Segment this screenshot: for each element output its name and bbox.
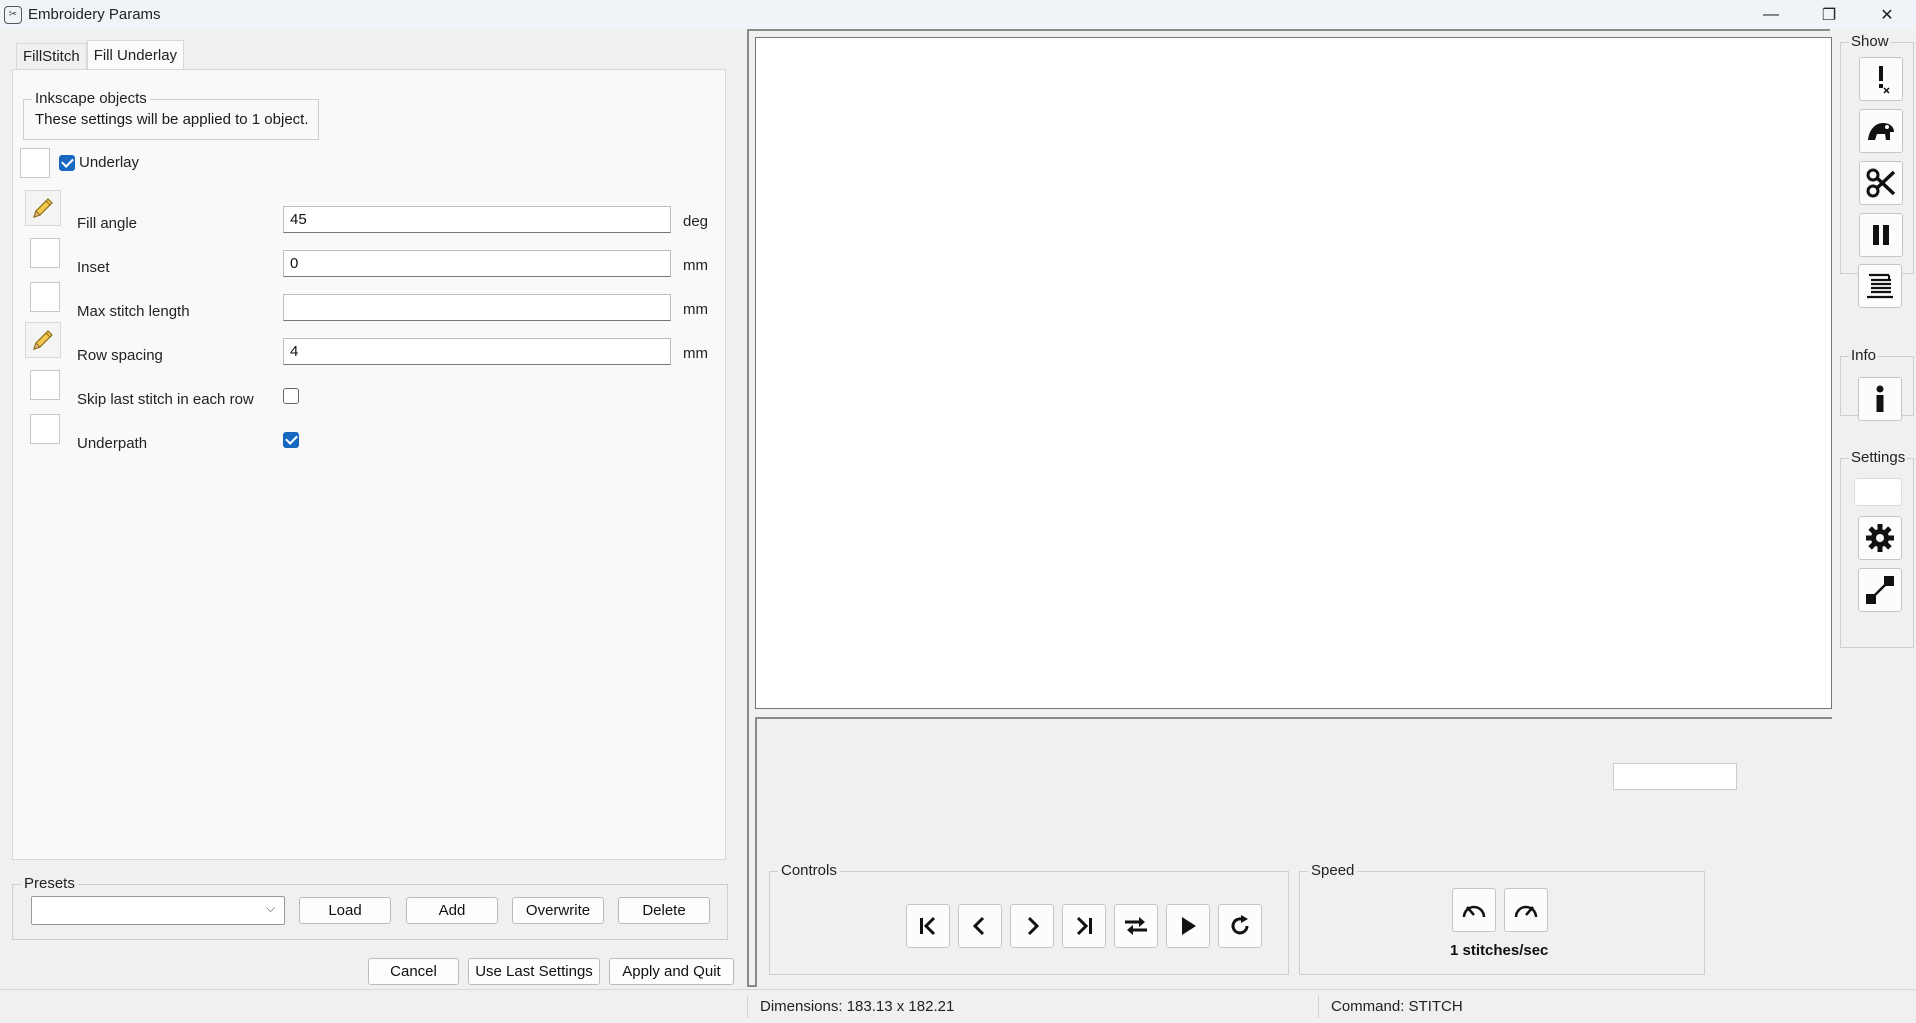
- presets-legend: Presets: [21, 875, 78, 892]
- show-group: Show: [1840, 33, 1914, 274]
- speed-legend: Speed: [1308, 862, 1358, 879]
- apply-and-quit-button[interactable]: Apply and Quit: [609, 958, 734, 985]
- controls-group: Controls: [769, 862, 1289, 975]
- row-spacing-label: Row spacing: [77, 347, 163, 364]
- pause-icon[interactable]: [1859, 213, 1903, 257]
- info-icon[interactable]: [1858, 377, 1902, 421]
- preview-controls-area: Controls Speed 1 stitches/sec: [755, 717, 1832, 987]
- skip-last-stitch-checkbox[interactable]: [283, 388, 299, 404]
- inset-toggle-box[interactable]: [30, 238, 60, 268]
- scissors-icon[interactable]: [1859, 161, 1903, 205]
- underpath-label: Underpath: [77, 435, 148, 452]
- slow-down-icon[interactable]: [1452, 888, 1496, 932]
- speed-group: Speed 1 stitches/sec: [1299, 862, 1705, 975]
- skip-last-toggle-box[interactable]: [30, 370, 60, 400]
- fill-angle-input[interactable]: [283, 206, 671, 233]
- tab-fill-underlay[interactable]: Fill Underlay: [86, 40, 185, 69]
- tab-page: Inkscape objects These settings will be …: [12, 69, 726, 860]
- stitch-preview-canvas[interactable]: [755, 37, 1832, 709]
- minimize-icon[interactable]: —: [1742, 0, 1800, 29]
- restore-icon[interactable]: ❐: [1800, 0, 1858, 29]
- row-spacing-input[interactable]: [283, 338, 671, 365]
- fill-angle-label: Fill angle: [77, 215, 138, 232]
- speed-up-icon[interactable]: [1504, 888, 1548, 932]
- status-bar: Dimensions: 183.13 x 182.21 Command: STI…: [0, 989, 1916, 1023]
- use-last-settings-button[interactable]: Use Last Settings: [468, 958, 600, 985]
- window-title: Embroidery Params: [28, 6, 161, 23]
- close-icon[interactable]: ✕: [1858, 0, 1916, 29]
- pencil-icon[interactable]: [25, 190, 61, 226]
- row-spacing-unit: mm: [683, 345, 708, 362]
- fill-angle-unit: deg: [683, 213, 709, 230]
- cancel-button[interactable]: Cancel: [368, 958, 459, 985]
- tab-fillstitch[interactable]: FillStitch: [16, 43, 87, 69]
- show-legend: Show: [1849, 33, 1891, 50]
- warnings-icon[interactable]: [1859, 57, 1903, 101]
- max-stitch-length-label: Max stitch length: [77, 303, 190, 320]
- inkscape-objects-text: These settings will be applied to 1 obje…: [35, 111, 309, 128]
- load-preset-button[interactable]: Load: [299, 897, 391, 924]
- add-preset-button[interactable]: Add: [406, 897, 498, 924]
- restart-icon[interactable]: [1218, 904, 1262, 948]
- inkscape-objects-group: Inkscape objects These settings will be …: [23, 90, 319, 140]
- gear-icon[interactable]: [1858, 516, 1902, 560]
- inset-unit: mm: [683, 257, 708, 274]
- inkscape-objects-legend: Inkscape objects: [32, 90, 150, 107]
- jump-to-start-icon[interactable]: [906, 904, 950, 948]
- max-stitch-toggle-box[interactable]: [30, 282, 60, 312]
- inset-label: Inset: [77, 259, 110, 276]
- pencil-icon[interactable]: [25, 322, 61, 358]
- title-bar: ✂ Embroidery Params — ❐ ✕: [0, 0, 1916, 29]
- max-stitch-length-input[interactable]: [283, 294, 671, 321]
- step-back-icon[interactable]: [958, 904, 1002, 948]
- chevron-down-icon[interactable]: ⌵: [266, 901, 275, 916]
- params-panel: FillStitch Fill Underlay Inkscape object…: [0, 29, 740, 989]
- info-legend: Info: [1849, 347, 1879, 364]
- preset-select[interactable]: [31, 896, 285, 925]
- preview-panel: Controls Speed 1 stitches/sec: [747, 29, 1832, 987]
- resize-icon[interactable]: [1858, 568, 1902, 612]
- controls-legend: Controls: [778, 862, 840, 879]
- play-icon[interactable]: [1166, 904, 1210, 948]
- presets-group: Presets ⌵ Load Add Overwrite Delete: [12, 875, 728, 940]
- settings-legend: Settings: [1849, 449, 1908, 466]
- app-icon: ✂: [4, 5, 22, 24]
- side-toolbar: Show Info Settings: [1838, 29, 1916, 987]
- stop-icon[interactable]: [1858, 264, 1902, 308]
- swap-direction-icon[interactable]: [1114, 904, 1158, 948]
- jump-stitches-icon[interactable]: [1859, 109, 1903, 153]
- underpath-toggle-box[interactable]: [30, 414, 60, 444]
- dimensions-status: Dimensions: 183.13 x 182.21: [747, 996, 954, 1018]
- command-status: Command: STITCH: [1318, 996, 1463, 1018]
- tab-bar: FillStitch Fill Underlay: [16, 40, 185, 69]
- speed-readout: 1 stitches/sec: [1450, 942, 1549, 959]
- delete-preset-button[interactable]: Delete: [618, 897, 710, 924]
- max-stitch-length-unit: mm: [683, 301, 708, 318]
- step-forward-icon[interactable]: [1010, 904, 1054, 948]
- stitch-counter-field[interactable]: [1613, 763, 1737, 790]
- settings-field[interactable]: [1854, 478, 1902, 506]
- jump-to-end-icon[interactable]: [1062, 904, 1106, 948]
- underlay-toggle-box[interactable]: [20, 148, 50, 178]
- underlay-checkbox[interactable]: [59, 155, 75, 171]
- skip-last-stitch-label: Skip last stitch in each row: [77, 391, 254, 408]
- inset-input[interactable]: [283, 250, 671, 277]
- underlay-label: Underlay: [79, 154, 140, 171]
- underpath-checkbox[interactable]: [283, 432, 299, 448]
- overwrite-preset-button[interactable]: Overwrite: [512, 897, 604, 924]
